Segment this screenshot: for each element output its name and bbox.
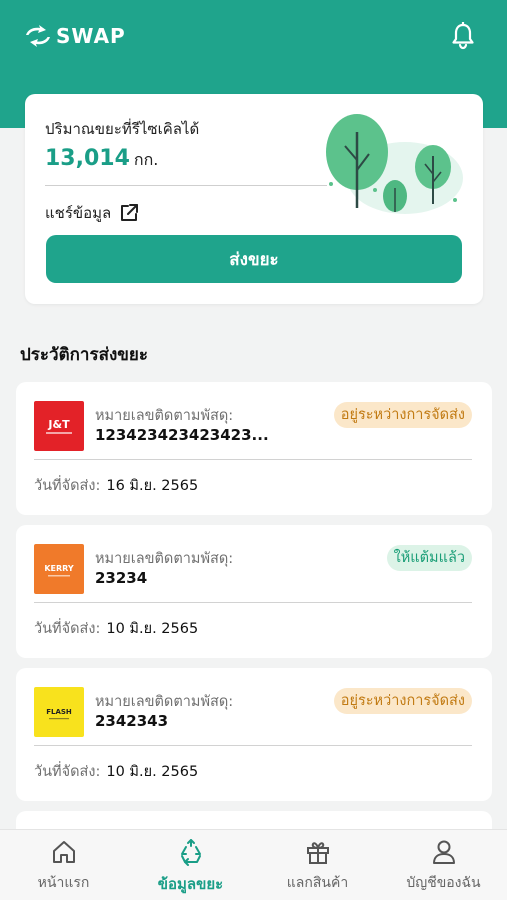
history-item[interactable]: KERRY หมายเลขติดตามพัสดุ: 23234 ให้แต้มแ…	[16, 525, 492, 658]
recycle-amount-unit: กก.	[133, 150, 159, 169]
ship-date-value: 16 มิ.ย. 2565	[106, 478, 199, 494]
bell-icon[interactable]	[450, 22, 476, 50]
tracking-label: หมายเลขติดตามพัสดุ:	[95, 551, 234, 567]
history-title: ประวัติการส่งขยะ	[20, 345, 148, 365]
ship-date-label: วันที่จัดส่ง:	[34, 764, 101, 780]
item-divider	[34, 459, 472, 460]
ship-date: วันที่จัดส่ง: 16 มิ.ย. 2565	[34, 474, 198, 497]
swap-arrows-icon	[26, 25, 50, 47]
nav-redeem[interactable]: แลกสินค้า	[254, 830, 381, 900]
recycle-amount-label: ปริมาณขยะที่รีไซเคิลได้	[45, 120, 200, 138]
nav-waste-data-label: ข้อมูลขยะ	[157, 875, 224, 893]
nav-home[interactable]: หน้าแรก	[0, 830, 127, 900]
trees-illustration	[326, 114, 463, 214]
summary-divider	[45, 185, 327, 186]
ship-date-value: 10 มิ.ย. 2565	[106, 764, 199, 780]
kerry-express-logo: KERRY	[34, 544, 84, 594]
ship-date: วันที่จัดส่ง: 10 มิ.ย. 2565	[34, 617, 198, 640]
svg-text:J&T: J&T	[47, 418, 70, 431]
history-item[interactable]: J&T หมายเลขติดตามพัสดุ: 123423423423423.…	[16, 382, 492, 515]
ship-date: วันที่จัดส่ง: 10 มิ.ย. 2565	[34, 760, 198, 783]
status-badge: อยู่ระหว่างการจัดส่ง	[333, 402, 472, 428]
home-icon	[52, 841, 75, 863]
nav-redeem-label: แลกสินค้า	[286, 875, 349, 891]
send-waste-button[interactable]: ส่งขยะ	[46, 235, 462, 283]
nav-account-label: บัญชีของฉัน	[406, 875, 481, 891]
jt-express-logo: J&T	[34, 401, 84, 451]
tracking-number: 2342343	[95, 712, 169, 730]
nav-waste-data[interactable]: ข้อมูลขยะ	[127, 830, 254, 900]
ship-date-label: วันที่จัดส่ง:	[34, 621, 101, 637]
svg-text:KERRY: KERRY	[44, 564, 74, 573]
item-divider	[34, 745, 472, 746]
tracking-label: หมายเลขติดตามพัสดุ:	[95, 694, 234, 710]
history-item[interactable]: FLASH หมายเลขติดตามพัสดุ: 2342343 อยู่ระ…	[16, 668, 492, 801]
tracking-number: 23234	[95, 569, 148, 587]
ship-date-value: 10 มิ.ย. 2565	[106, 621, 199, 637]
status-badge: อยู่ระหว่างการจัดส่ง	[333, 688, 472, 714]
nav-home-label: หน้าแรก	[37, 875, 90, 891]
item-divider	[34, 602, 472, 603]
tracking-number: 123423423423423...	[95, 426, 269, 444]
share-label: แชร์ข้อมูล	[45, 204, 112, 222]
recycle-amount: 13,014 กก.	[45, 146, 158, 173]
svg-text:FLASH: FLASH	[46, 708, 72, 716]
recycle-amount-value: 13,014	[45, 146, 130, 171]
share-data-link[interactable]: แชร์ข้อมูล	[45, 201, 139, 225]
nav-account[interactable]: บัญชีของฉัน	[380, 830, 507, 900]
bottom-navigation: หน้าแรก ข้อมูลขยะ แลกสินค้า บัญชีของฉัน	[0, 829, 507, 900]
brand-name: SWAP	[56, 24, 126, 48]
status-badge: ให้แต้มแล้ว	[386, 545, 472, 571]
tracking-label: หมายเลขติดตามพัสดุ:	[95, 408, 234, 424]
recycle-summary-card: ปริมาณขยะที่รีไซเคิลได้ 13,014 กก. แชร์ข…	[25, 94, 483, 304]
brand-logo: SWAP	[22, 22, 126, 50]
user-icon	[432, 840, 455, 864]
ship-date-label: วันที่จัดส่ง:	[34, 478, 101, 494]
flash-express-logo: FLASH	[34, 687, 84, 737]
gift-icon	[306, 842, 329, 864]
external-link-icon	[121, 204, 139, 221]
recycle-icon	[180, 839, 201, 866]
